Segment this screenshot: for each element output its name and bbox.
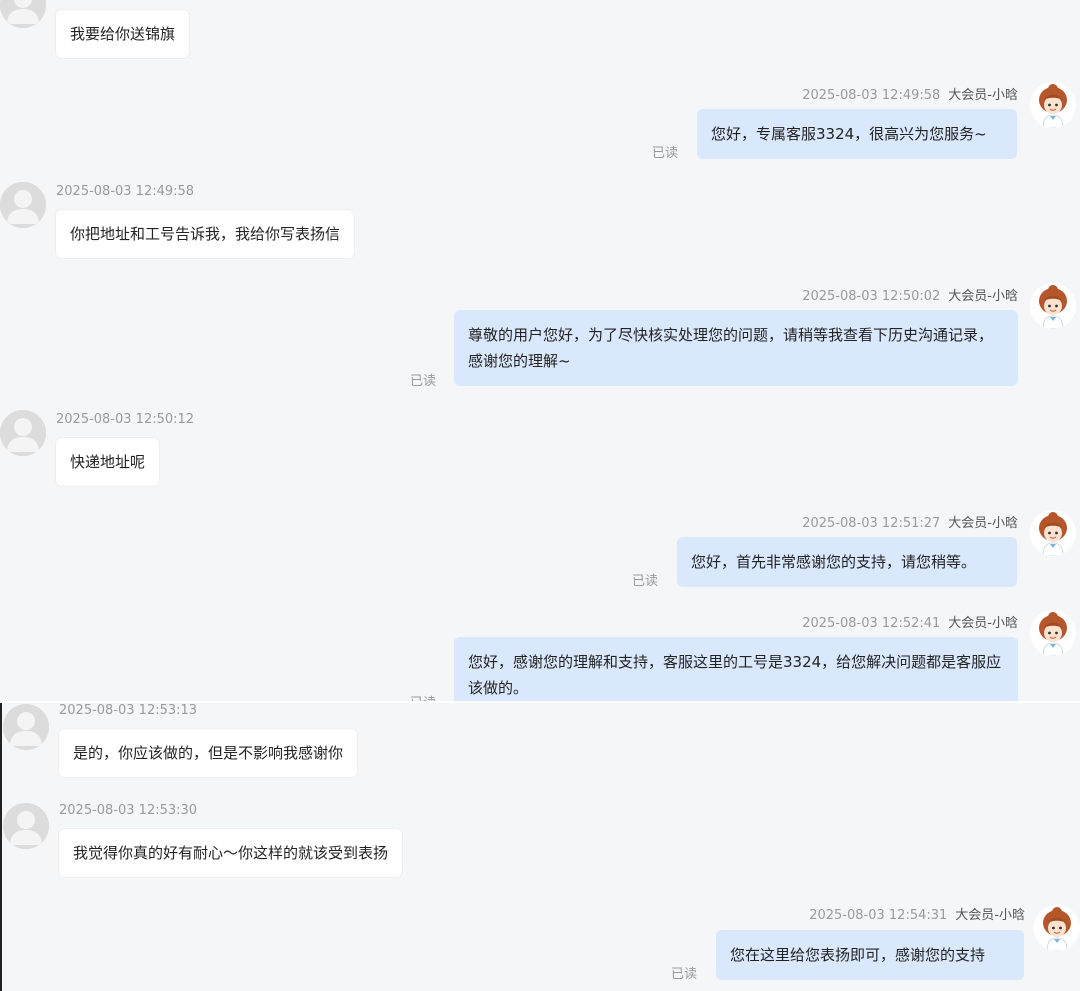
user-message-bubble: 是的，你应该做的，但是不影响我感谢你 [59, 729, 358, 777]
agent-name: 大会员-小晗 [955, 908, 1025, 923]
agent-avatar-icon [1030, 510, 1076, 556]
message-timestamp: 2025-08-03 12:54:31 [809, 908, 948, 923]
message-timestamp: 2025-08-03 12:50:12 [56, 412, 195, 427]
message-timestamp: 2025-08-03 12:52:41 [802, 616, 941, 631]
read-status: 已读 [671, 967, 698, 982]
agent-avatar-icon [1030, 82, 1076, 128]
user-message-bubble: 我要给你送锦旗 [56, 10, 190, 58]
agent-name: 大会员-小晗 [948, 616, 1018, 631]
agent-message-bubble: 您好，专属客服3324，很高兴为您服务~ [697, 109, 1017, 159]
agent-name: 大会员-小晗 [948, 88, 1018, 103]
agent-message-meta: 2025-08-03 12:50:02 大会员-小晗 [802, 285, 1018, 304]
agent-avatar-icon [1030, 610, 1076, 656]
agent-name: 大会员-小晗 [948, 516, 1018, 531]
agent-avatar-icon [1030, 283, 1076, 329]
user-avatar-icon [0, 0, 46, 28]
message-timestamp: 2025-08-03 12:49:58 [56, 184, 195, 199]
read-status: 已读 [632, 574, 659, 589]
agent-message-bubble: 您好，首先非常感谢您的支持，请您稍等。 [677, 537, 1017, 587]
agent-message-meta: 2025-08-03 12:52:41 大会员-小晗 [802, 612, 1018, 631]
left-edge-line [0, 703, 2, 991]
read-status: 已读 [652, 146, 679, 161]
user-avatar-icon [0, 410, 46, 456]
message-timestamp: 2025-08-03 12:49:58 [802, 88, 941, 103]
user-avatar-icon [3, 803, 49, 849]
agent-message-meta: 2025-08-03 12:49:58 大会员-小晗 [802, 84, 1018, 103]
read-status: 已读 [410, 692, 436, 701]
agent-message-bubble: 尊敬的用户您好，为了尽快核实处理您的问题，请稍等我查看下历史沟通记录，感谢您的理… [454, 310, 1018, 386]
agent-message-bubble: 您在这里给您表扬即可，感谢您的支持 [716, 930, 1024, 980]
user-message-bubble: 快递地址呢 [56, 438, 160, 486]
message-timestamp: 2025-08-03 12:53:30 [59, 803, 198, 818]
message-timestamp: 2025-08-03 12:51:27 [802, 516, 941, 531]
user-message-bubble: 你把地址和工号告诉我，我给你写表扬信 [56, 210, 355, 258]
agent-avatar-icon [1034, 905, 1080, 951]
agent-message-meta: 2025-08-03 12:51:27 大会员-小晗 [802, 512, 1018, 531]
chat-panel-bottom: 2025-08-03 12:53:13 是的，你应该做的，但是不影响我感谢你 2… [0, 703, 1080, 991]
read-status: 已读 [410, 374, 437, 389]
chat-panel-top: 我要给你送锦旗 2025-08-03 12:49:58 大会员-小晗 已读 您好，… [0, 0, 1080, 701]
user-avatar-icon [3, 704, 49, 750]
message-timestamp: 2025-08-03 12:53:13 [59, 703, 198, 718]
agent-message-bubble: 您好，感谢您的理解和支持，客服这里的工号是3324，给您解决问题都是客服应该做的… [454, 637, 1018, 701]
agent-name: 大会员-小晗 [948, 289, 1018, 304]
agent-message-meta: 2025-08-03 12:54:31 大会员-小晗 [809, 904, 1025, 923]
user-avatar-icon [0, 182, 46, 228]
user-message-bubble: 我觉得你真的好有耐心～你这样的就该受到表扬 [59, 829, 403, 877]
message-timestamp: 2025-08-03 12:50:02 [802, 289, 941, 304]
